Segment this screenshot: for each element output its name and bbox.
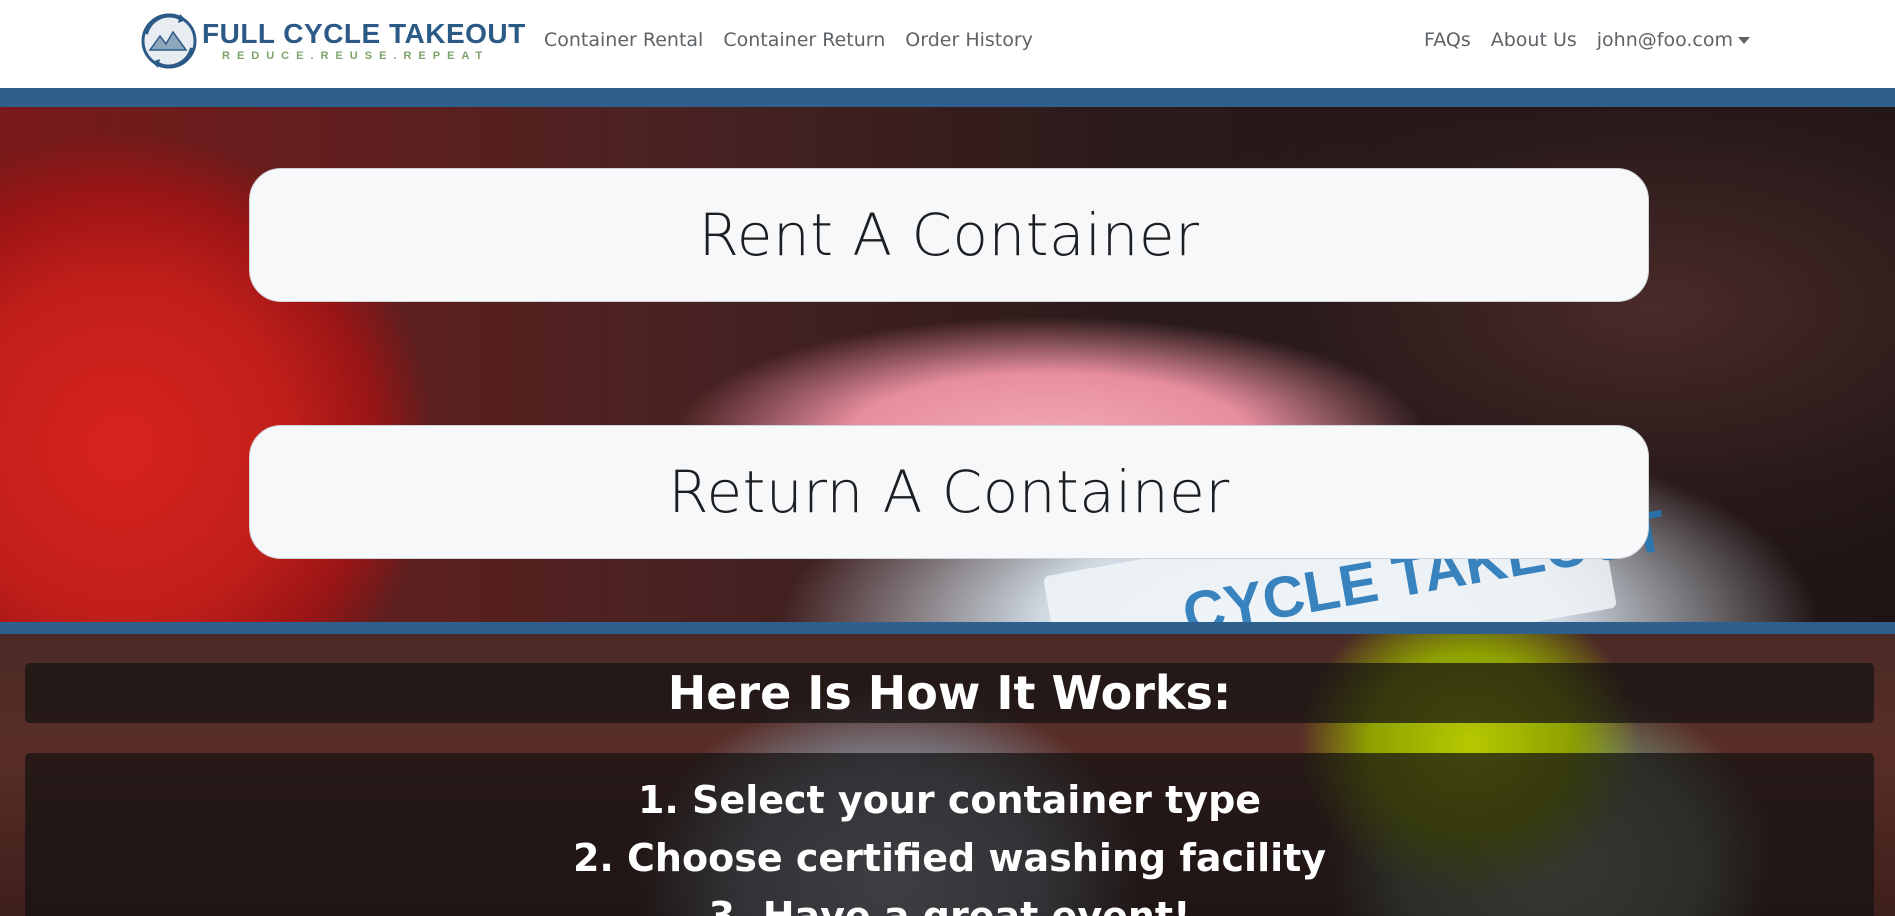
steps-list: 1. Select your container type 2. Choose … (25, 771, 1874, 916)
nav-about-us[interactable]: About Us (1491, 29, 1577, 51)
nav-container-rental[interactable]: Container Rental (544, 29, 703, 51)
nav-faqs[interactable]: FAQs (1424, 29, 1471, 51)
step-item: 3. Have a great event! (708, 894, 1191, 916)
step-item: 2. Choose certified washing facility (572, 836, 1327, 880)
return-container-button[interactable]: Return A Container (249, 425, 1649, 559)
main-nav: Container Rental Container Return Order … (544, 29, 1033, 51)
brand-tagline: REDUCE.REUSE.REPEAT (222, 50, 490, 62)
secondary-nav: FAQs About Us john@foo.com (1424, 29, 1750, 51)
hero-divider-bar (0, 622, 1895, 634)
user-email: john@foo.com (1596, 29, 1733, 51)
nav-container-return[interactable]: Container Return (723, 29, 885, 51)
header-divider-bar (0, 88, 1895, 107)
step-item: 1. Select your container type (637, 778, 1262, 822)
recycle-logo-icon (141, 13, 197, 69)
top-navbar: FULL CYCLE TAKEOUT REDUCE.REUSE.REPEAT C… (0, 0, 1895, 88)
user-menu-dropdown[interactable]: john@foo.com (1597, 29, 1750, 51)
brand-name: FULL CYCLE TAKEOUT (202, 18, 526, 49)
how-steps-box: 1. Select your container type 2. Choose … (25, 753, 1874, 916)
how-title-box: Here Is How It Works: (25, 663, 1874, 723)
how-it-works-title: Here Is How It Works: (667, 666, 1232, 720)
brand-logo-link[interactable]: FULL CYCLE TAKEOUT REDUCE.REUSE.REPEAT (140, 12, 526, 70)
how-it-works-section: Here Is How It Works: 1. Select your con… (0, 634, 1895, 916)
rent-container-button[interactable]: Rent A Container (249, 168, 1649, 302)
caret-down-icon (1738, 37, 1750, 44)
nav-order-history[interactable]: Order History (905, 29, 1033, 51)
hero-section: CYCLE TAKEOUT Rent A Container Return A … (0, 107, 1895, 622)
